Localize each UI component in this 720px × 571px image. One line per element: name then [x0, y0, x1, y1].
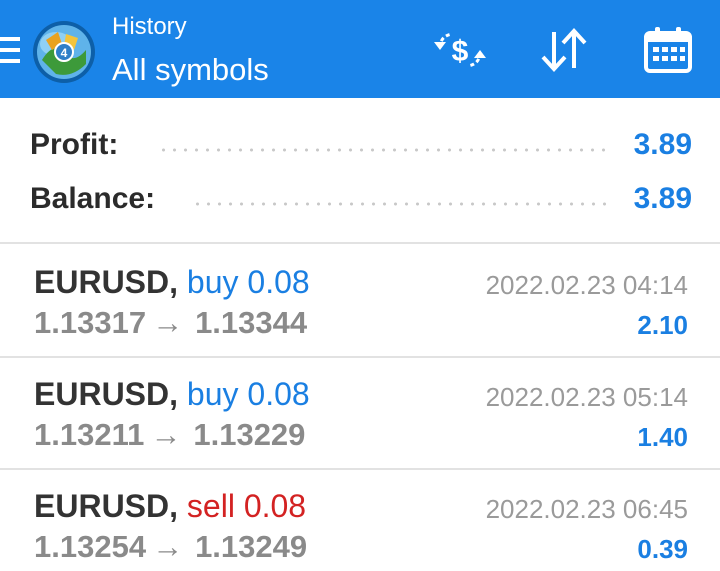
open-price: 1.13254 [34, 529, 147, 564]
deal-side: buy [186, 264, 239, 300]
deal-symbol: EURUSD, [34, 488, 179, 524]
deal-side: sell [186, 488, 235, 524]
leader-dots [158, 148, 613, 152]
deal-side: buy [186, 376, 239, 412]
deal-prices: 1.13254 → 1.13249 [34, 529, 307, 565]
deal-symbol-line: EURUSD, buy 0.08 [34, 264, 310, 301]
calendar-icon[interactable] [640, 22, 696, 78]
deal-symbol: EURUSD, [34, 264, 179, 300]
app-bar: 4 History All symbols $ [0, 0, 720, 98]
leader-dots [192, 202, 613, 206]
deal-profit: 0.39 [637, 534, 688, 564]
deal-volume: 0.08 [247, 376, 310, 412]
open-price: 1.13317 [34, 305, 147, 340]
sort-icon[interactable] [536, 22, 592, 78]
deal-symbol-line: EURUSD, sell 0.08 [34, 488, 306, 525]
deal-symbol: EURUSD, [34, 376, 179, 412]
close-price: 1.13229 [193, 417, 306, 452]
deal-prices: 1.13317 → 1.13344 [34, 305, 307, 341]
svg-text:4: 4 [61, 46, 68, 60]
balance-label: Balance: [30, 182, 156, 215]
profit-label: Profit: [30, 128, 119, 161]
balance-row: Balance: 3.89 [0, 176, 720, 220]
deal-row[interactable]: EURUSD, buy 0.08 1.13211 → 1.13229 2022.02… [0, 370, 720, 480]
profit-value: 3.89 [633, 128, 692, 161]
currency-exchange-icon[interactable]: $ [432, 22, 488, 78]
deal-row[interactable]: EURUSD, sell 0.08 1.13254 → 1.13249 2022.0… [0, 482, 720, 571]
deal-volume: 0.08 [247, 264, 310, 300]
open-price: 1.13211 [34, 417, 145, 452]
close-price: 1.13249 [195, 529, 308, 564]
deal-time: 2022.02.23 06:45 [485, 494, 688, 524]
divider [0, 356, 720, 358]
profit-row: Profit: 3.89 [0, 122, 720, 166]
deal-profit: 2.10 [637, 310, 688, 340]
deal-profit: 1.40 [637, 422, 688, 452]
screen-subtitle: History [112, 13, 187, 40]
deal-volume: 0.08 [243, 488, 307, 524]
svg-text:$: $ [452, 35, 469, 68]
deal-time: 2022.02.23 05:14 [485, 382, 688, 412]
metatrader-logo[interactable]: 4 [32, 20, 96, 84]
deal-time: 2022.02.23 04:14 [485, 270, 688, 300]
divider [0, 242, 720, 244]
arrow-icon: → [150, 417, 182, 452]
close-price: 1.13344 [195, 305, 308, 340]
arrow-icon: → [152, 529, 184, 564]
hamburger-icon[interactable] [0, 35, 20, 65]
arrow-icon: → [152, 305, 184, 340]
divider [0, 468, 720, 470]
symbol-filter-title[interactable]: All symbols [112, 52, 269, 88]
deal-row[interactable]: EURUSD, buy 0.08 1.13317 → 1.13344 2022.02… [0, 258, 720, 368]
deal-prices: 1.13211 → 1.13229 [34, 417, 305, 453]
deal-symbol-line: EURUSD, buy 0.08 [34, 376, 310, 413]
balance-value: 3.89 [633, 182, 692, 215]
